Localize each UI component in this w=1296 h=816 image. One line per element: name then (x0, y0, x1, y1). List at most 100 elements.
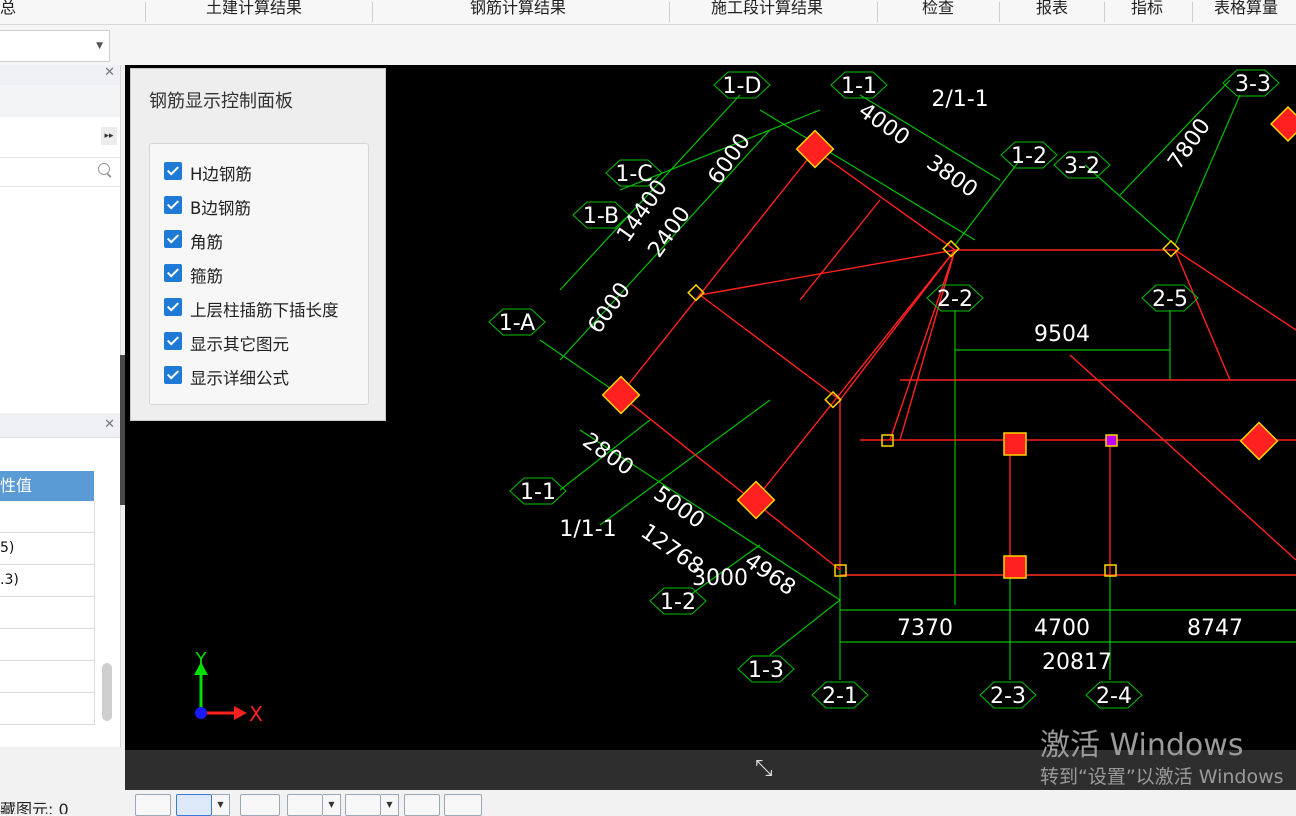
angle-snap-button[interactable] (287, 794, 323, 816)
menu-separator (669, 2, 670, 22)
option-corner-rebar[interactable]: 角筋 (164, 226, 364, 252)
chevron-down-icon[interactable]: ▼ (323, 794, 341, 816)
property-row[interactable] (0, 661, 95, 693)
column[interactable] (1003, 555, 1027, 579)
property-row[interactable] (0, 629, 95, 661)
left-panel: ✕ ▸▸ ✕ 性值 5) .3) (0, 65, 125, 750)
menu-separator (1192, 2, 1193, 22)
menu-item-summary[interactable]: 总 (0, 0, 16, 24)
x-axis-label: X (249, 702, 263, 726)
checkbox-checked-icon[interactable] (164, 196, 182, 214)
secondary-toolbar (0, 25, 1296, 65)
dimension-label: 4700 (1034, 616, 1090, 641)
bottom-toolbar: 藏图元: 0 ▼ ▼ ▼ (0, 790, 1296, 816)
windows-activation-watermark-subtitle: 转到“设置”以激活 Windows (1040, 766, 1284, 788)
menu-separator (1104, 2, 1105, 22)
panel-toolbar-row: ▸▸ (0, 117, 120, 158)
close-icon[interactable]: ✕ (104, 65, 115, 80)
axis-label: 1-A (499, 311, 536, 336)
menu-item-indicators[interactable]: 指标 (1131, 0, 1163, 24)
property-row[interactable]: .3) (0, 565, 95, 597)
beam-line (754, 249, 956, 501)
menu-item-table-quantity[interactable]: 表格算量 (1214, 0, 1278, 24)
property-row[interactable] (0, 501, 95, 533)
option-label: 显示其它图元 (190, 335, 289, 354)
selected-column[interactable] (1105, 434, 1118, 447)
option-upper-column-dowel-length[interactable]: 上层柱插筋下插长度 (164, 294, 364, 320)
x-axis-arrowhead (234, 706, 247, 720)
floor-selector-dropdown[interactable]: ▼ (0, 30, 110, 62)
grid-line (769, 599, 841, 656)
dimension-label: 7800 (1163, 114, 1216, 174)
option-label: 箍筋 (190, 267, 223, 286)
checkbox-checked-icon[interactable] (164, 230, 182, 248)
checkbox-checked-icon[interactable] (164, 162, 182, 180)
beam-line (899, 249, 956, 441)
menu-separator (145, 2, 146, 22)
layer-display-button[interactable] (404, 794, 440, 816)
beam-line (1174, 249, 1296, 331)
dimension-label: 6000 (703, 129, 756, 189)
checkbox-checked-icon[interactable] (164, 264, 182, 282)
expand-arrows-icon[interactable]: ▸▸ (101, 127, 117, 145)
axis-label: 1-2 (1011, 144, 1047, 169)
option-h-side-rebar[interactable]: H边钢筋 (164, 158, 364, 184)
beam-line (699, 294, 841, 401)
option-b-side-rebar[interactable]: B边钢筋 (164, 192, 364, 218)
menu-item-report[interactable]: 报表 (1036, 0, 1068, 24)
origin-point (195, 707, 207, 719)
axis-label: 2-1 (822, 684, 858, 709)
search-icon (98, 163, 110, 175)
snap-mode-button[interactable] (176, 794, 212, 816)
dimension-label: 4968 (740, 548, 800, 601)
menu-item-civil-results[interactable]: 土建计算结果 (206, 0, 302, 24)
windows-activation-watermark-title: 激活 Windows (1040, 728, 1244, 763)
dimension-label: 7370 (897, 616, 953, 641)
collapse-arrows-icon[interactable]: ⤡ (755, 756, 773, 781)
hidden-elements-count: 藏图元: 0 (0, 802, 69, 814)
dimension-label: 6000 (583, 278, 636, 338)
chevron-down-icon[interactable]: ▼ (381, 794, 399, 816)
property-row[interactable] (0, 693, 95, 725)
checkbox-checked-icon[interactable] (164, 332, 182, 350)
close-icon[interactable]: ✕ (104, 417, 115, 432)
search-input[interactable] (0, 158, 120, 187)
menu-separator (877, 2, 878, 22)
checkbox-checked-icon[interactable] (164, 366, 182, 384)
option-show-detailed-formula[interactable]: 显示详细公式 (164, 362, 364, 388)
property-row[interactable]: 5) (0, 533, 95, 565)
panel-header: ✕ (0, 417, 120, 438)
option-label: B边钢筋 (190, 199, 251, 218)
measure-button[interactable] (444, 794, 482, 816)
property-row[interactable] (0, 597, 95, 629)
orthogonal-mode-button[interactable] (135, 794, 171, 816)
column[interactable] (601, 375, 641, 415)
panel-subheader (0, 85, 120, 118)
axis-bubbles (488, 69, 1280, 709)
option-label: 上层柱插筋下插长度 (190, 301, 339, 320)
column[interactable] (1003, 432, 1027, 456)
option-label: 显示详细公式 (190, 369, 289, 388)
grid-line (539, 339, 621, 396)
menu-item-rebar-results[interactable]: 钢筋计算结果 (470, 0, 566, 24)
option-stirrup[interactable]: 箍筋 (164, 260, 364, 286)
y-axis-label: Y (195, 649, 208, 670)
menu-item-check[interactable]: 检查 (922, 0, 954, 24)
checkbox-checked-icon[interactable] (164, 298, 182, 316)
menu-separator (999, 2, 1000, 22)
chevron-down-icon[interactable]: ▼ (212, 794, 230, 816)
properties-panel: ✕ 性值 5) .3) (0, 417, 121, 747)
dynamic-input-button[interactable] (240, 794, 280, 816)
dimension-label: 3800 (922, 150, 982, 203)
dimension-label: 4000 (854, 98, 914, 151)
panel-header: ✕ (0, 65, 120, 86)
option-show-other-elements[interactable]: 显示其它图元 (164, 328, 364, 354)
column[interactable] (1239, 421, 1279, 461)
column[interactable] (1269, 105, 1296, 143)
dimension-label: 8747 (1187, 616, 1243, 641)
scrollbar-thumb[interactable] (102, 663, 112, 721)
point-snap-button[interactable] (345, 794, 381, 816)
axis-label: 1-1 (841, 74, 877, 99)
menu-item-construction-section-results[interactable]: 施工段计算结果 (711, 0, 823, 24)
beam-line (1069, 354, 1296, 561)
